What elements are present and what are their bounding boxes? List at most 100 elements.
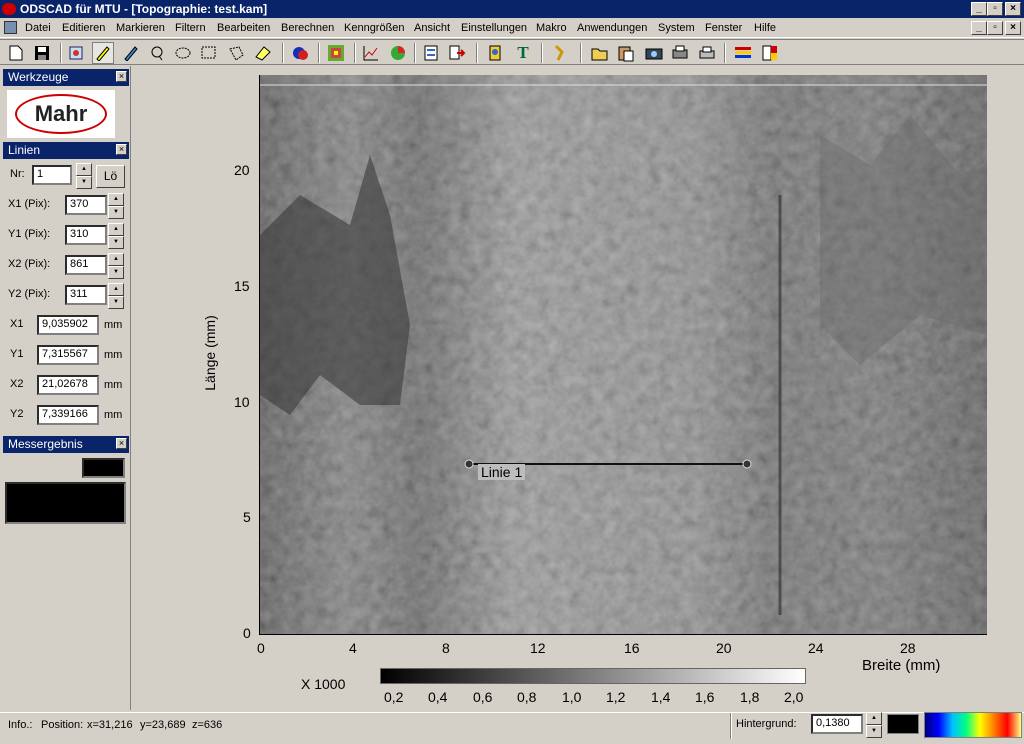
pen-icon[interactable] xyxy=(92,42,114,64)
x-axis-label: Breite (mm) xyxy=(862,657,941,674)
x2-pix-stepper[interactable]: ▲ ▼ xyxy=(108,253,124,279)
menu-editieren[interactable]: Editieren xyxy=(62,22,105,34)
y1-mm-field[interactable]: 7,315567 xyxy=(37,345,99,365)
diagram-icon[interactable] xyxy=(387,42,409,64)
edit-icon[interactable] xyxy=(66,42,88,64)
messergebnis-close-icon[interactable]: × xyxy=(116,438,127,449)
marker-icon[interactable] xyxy=(120,42,142,64)
y2-mm-field[interactable]: 7,339166 xyxy=(37,405,99,425)
probe-icon[interactable] xyxy=(484,42,506,64)
menu-berechnen[interactable]: Berechnen xyxy=(281,22,334,34)
topography-image[interactable] xyxy=(260,75,987,634)
camera-icon[interactable] xyxy=(643,42,665,64)
menu-datei[interactable]: Datei xyxy=(25,22,51,34)
ellipse-select-icon[interactable] xyxy=(172,42,194,64)
scale-icon[interactable] xyxy=(759,42,781,64)
color-icon[interactable] xyxy=(289,42,311,64)
nr-stepper[interactable]: ▲ ▼ xyxy=(76,163,92,189)
delete-line-button[interactable]: Lö xyxy=(96,165,125,188)
child-minimize-icon[interactable]: _ xyxy=(971,21,987,35)
x-tick-8: 8 xyxy=(442,640,450,656)
open-icon[interactable] xyxy=(589,42,611,64)
report-icon[interactable] xyxy=(421,42,443,64)
y2-pix-stepper[interactable]: ▲ ▼ xyxy=(108,283,124,309)
hintergrund-field[interactable]: 0,1380 xyxy=(811,714,863,734)
paste-icon[interactable] xyxy=(615,42,637,64)
color-palette-bar[interactable] xyxy=(924,712,1022,738)
menu-kenngroessen[interactable]: Kenngrößen xyxy=(344,22,405,34)
status-z: z=636 xyxy=(192,719,223,731)
logo: Mahr xyxy=(7,90,115,138)
rect-select-icon[interactable] xyxy=(198,42,220,64)
x-tick-24: 24 xyxy=(808,640,824,656)
x-axis xyxy=(259,634,987,635)
mahr-logo: Mahr xyxy=(15,94,107,134)
line-end-handle[interactable] xyxy=(742,459,752,469)
x2-mm-label: X2 xyxy=(10,378,24,390)
colorbar-multiplier: X 1000 xyxy=(301,676,346,692)
x2-mm-field[interactable]: 21,02678 xyxy=(37,375,99,395)
x2-pix-field[interactable]: 861 xyxy=(65,255,107,275)
y1-pix-field[interactable]: 310 xyxy=(65,225,107,245)
werkzeuge-close-icon[interactable]: × xyxy=(116,71,127,82)
status-x: x=31,216 xyxy=(87,719,133,731)
x1-pix-field[interactable]: 370 xyxy=(65,195,107,215)
export-icon[interactable] xyxy=(446,42,468,64)
menu-system[interactable]: System xyxy=(658,22,695,34)
menu-einstellungen[interactable]: Einstellungen xyxy=(461,22,527,34)
child-restore-icon[interactable]: ▫ xyxy=(987,21,1003,35)
maximize-icon[interactable]: ▫ xyxy=(987,2,1003,16)
colorbar-tick-1: 0,4 xyxy=(428,689,448,705)
status-y: y=23,689 xyxy=(140,719,186,731)
hintergrund-stepper[interactable]: ▲ ▼ xyxy=(866,712,882,738)
lasso-icon[interactable] xyxy=(146,42,168,64)
menu-bearbeiten[interactable]: Bearbeiten xyxy=(217,22,270,34)
status-position-label: Position: xyxy=(41,719,84,731)
save-icon[interactable] xyxy=(31,42,53,64)
polygon-select-icon[interactable] xyxy=(225,42,247,64)
measure-icon[interactable] xyxy=(548,42,570,64)
y-tick-20: 20 xyxy=(234,162,250,178)
y-axis xyxy=(259,75,260,634)
y-tick-10: 10 xyxy=(234,394,250,410)
menu-makro[interactable]: Makro xyxy=(536,22,567,34)
x1-pix-stepper[interactable]: ▲ ▼ xyxy=(108,193,124,219)
menu-fenster[interactable]: Fenster xyxy=(705,22,742,34)
menu-ansicht[interactable]: Ansicht xyxy=(414,22,450,34)
line-start-handle[interactable] xyxy=(464,459,474,469)
x2-pix-label: X2 (Pix): xyxy=(8,258,51,270)
y2-mm-unit: mm xyxy=(104,409,123,421)
print-icon[interactable] xyxy=(696,42,718,64)
close-icon[interactable]: × xyxy=(1005,2,1021,16)
linien-close-icon[interactable]: × xyxy=(116,144,127,155)
menu-filtern[interactable]: Filtern xyxy=(175,22,206,34)
menu-markieren[interactable]: Markieren xyxy=(116,22,165,34)
colorbar-tick-7: 1,6 xyxy=(695,689,715,705)
colorbar-tick-9: 2,0 xyxy=(784,689,804,705)
child-close-icon[interactable]: × xyxy=(1005,21,1021,35)
y-tick-5: 5 xyxy=(243,509,251,525)
minimize-icon[interactable]: _ xyxy=(971,2,987,16)
x1-mm-field[interactable]: 9,035902 xyxy=(37,315,99,335)
eraser-icon[interactable] xyxy=(252,42,274,64)
nr-label: Nr: xyxy=(10,168,25,180)
new-icon[interactable] xyxy=(5,42,27,64)
colorbar-tick-8: 1,8 xyxy=(740,689,760,705)
colorbar xyxy=(380,668,806,684)
menu-hilfe[interactable]: Hilfe xyxy=(754,22,776,34)
nr-field[interactable]: 1 xyxy=(32,165,72,185)
print-preview-icon[interactable] xyxy=(669,42,691,64)
text-icon[interactable]: T xyxy=(512,42,534,64)
chart-icon[interactable] xyxy=(360,42,382,64)
background-color-swatch[interactable] xyxy=(887,714,919,734)
colorbar-tick-2: 0,6 xyxy=(473,689,493,705)
werkzeuge-header: Werkzeuge × xyxy=(3,69,129,86)
palette-icon[interactable] xyxy=(732,42,754,64)
menu-anwendungen[interactable]: Anwendungen xyxy=(577,22,647,34)
colorbar-tick-4: 1,0 xyxy=(562,689,582,705)
y2-pix-field[interactable]: 311 xyxy=(65,285,107,305)
y1-pix-stepper[interactable]: ▲ ▼ xyxy=(108,223,124,249)
y1-pix-label: Y1 (Pix): xyxy=(8,228,51,240)
result-display xyxy=(5,482,126,524)
grid-icon[interactable] xyxy=(325,42,347,64)
